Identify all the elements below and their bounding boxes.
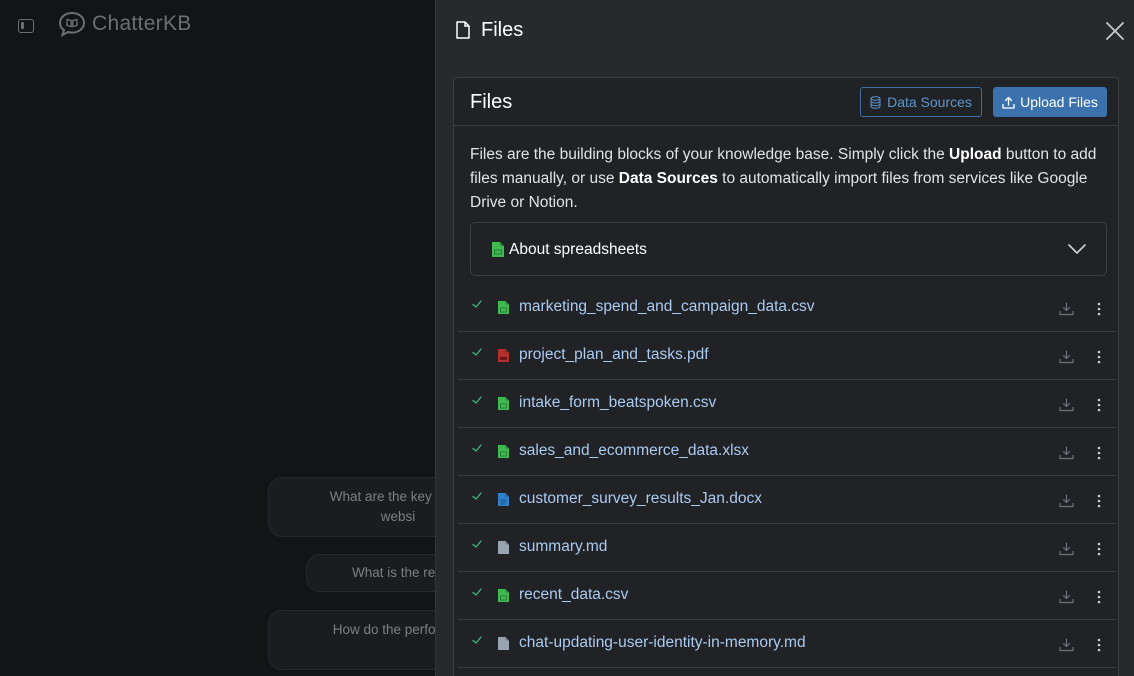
file-row[interactable]: chat-updating-user-identity-in-memory.md [458,620,1116,668]
check-icon [472,300,482,308]
file-row[interactable]: sales_and_ecommerce_data.xlsx [458,428,1116,476]
files-card: Files Data Sources Upload Files Files ar… [453,77,1119,676]
check-icon [472,540,482,548]
more-vertical-icon[interactable] [1095,542,1103,556]
close-icon[interactable] [1105,21,1125,41]
file-name[interactable]: marketing_spend_and_campaign_data.csv [519,298,815,316]
check-icon [472,444,482,452]
file-name[interactable]: chat-updating-user-identity-in-memory.md [519,634,806,652]
file-row[interactable]: project_plan_and_tasks.pdf [458,332,1116,380]
check-icon [472,588,482,596]
text-file-icon [498,541,509,554]
spreadsheet-file-icon [498,301,509,314]
more-vertical-icon[interactable] [1095,590,1103,604]
intro-text: Files are the building blocks of your kn… [470,143,1110,215]
doc-file-icon [498,493,509,506]
download-icon[interactable] [1059,302,1074,316]
file-name[interactable]: summary.md [519,538,607,556]
card-header: Files Data Sources Upload Files [454,78,1118,126]
more-vertical-icon[interactable] [1095,350,1103,364]
download-icon[interactable] [1059,494,1074,508]
text-file-icon [498,637,509,650]
accordion-label: About spreadsheets [509,241,647,258]
data-sources-label: Data Sources [887,94,972,110]
spreadsheet-file-icon [498,397,509,410]
file-list: marketing_spend_and_campaign_data.csvpro… [458,284,1116,668]
file-name[interactable]: intake_form_beatspoken.csv [519,394,716,412]
file-name[interactable]: sales_and_ecommerce_data.xlsx [519,442,749,460]
download-icon[interactable] [1059,398,1074,412]
file-icon [456,21,470,39]
check-icon [472,396,482,404]
spreadsheet-file-icon [498,589,509,602]
download-icon[interactable] [1059,446,1074,460]
download-icon[interactable] [1059,350,1074,364]
files-drawer: Files Files Data Sources Upload Files Fi… [435,0,1134,676]
drawer-title: Files [481,19,524,41]
brand-name: ChatterKB [92,12,192,35]
upload-files-label: Upload Files [1020,94,1098,110]
data-sources-button[interactable]: Data Sources [860,87,982,117]
file-row[interactable]: customer_survey_results_Jan.docx [458,476,1116,524]
sidebar-toggle-icon[interactable] [18,19,34,33]
spreadsheet-file-icon [492,242,504,257]
intro-bold-upload: Upload [949,146,1002,163]
more-vertical-icon[interactable] [1095,398,1103,412]
pdf-file-icon [498,349,509,362]
file-row[interactable]: recent_data.csv [458,572,1116,620]
download-icon[interactable] [1059,638,1074,652]
more-vertical-icon[interactable] [1095,494,1103,508]
upload-icon [1002,96,1015,109]
file-row[interactable]: marketing_spend_and_campaign_data.csv [458,284,1116,332]
drawer-header: Files [436,0,1134,62]
file-name[interactable]: project_plan_and_tasks.pdf [519,346,709,364]
upload-files-button[interactable]: Upload Files [993,87,1107,117]
download-icon[interactable] [1059,590,1074,604]
file-name[interactable]: recent_data.csv [519,586,628,604]
more-vertical-icon[interactable] [1095,638,1103,652]
intro-bold-data-sources: Data Sources [618,170,718,187]
file-name[interactable]: customer_survey_results_Jan.docx [519,490,762,508]
chat-bubble-logo-icon [58,11,86,38]
more-vertical-icon[interactable] [1095,302,1103,316]
file-row[interactable]: summary.md [458,524,1116,572]
database-icon [870,95,881,109]
check-icon [472,492,482,500]
more-vertical-icon[interactable] [1095,446,1103,460]
intro-text-part: Files are the building blocks of your kn… [470,146,950,163]
check-icon [472,348,482,356]
check-icon [472,636,482,644]
brand: ChatterKB [58,10,192,38]
download-icon[interactable] [1059,542,1074,556]
card-title: Files [470,91,513,113]
spreadsheet-file-icon [498,445,509,458]
about-spreadsheets-accordion[interactable]: About spreadsheets [470,222,1107,276]
chevron-down-icon [1068,244,1086,254]
file-row[interactable]: intake_form_beatspoken.csv [458,380,1116,428]
